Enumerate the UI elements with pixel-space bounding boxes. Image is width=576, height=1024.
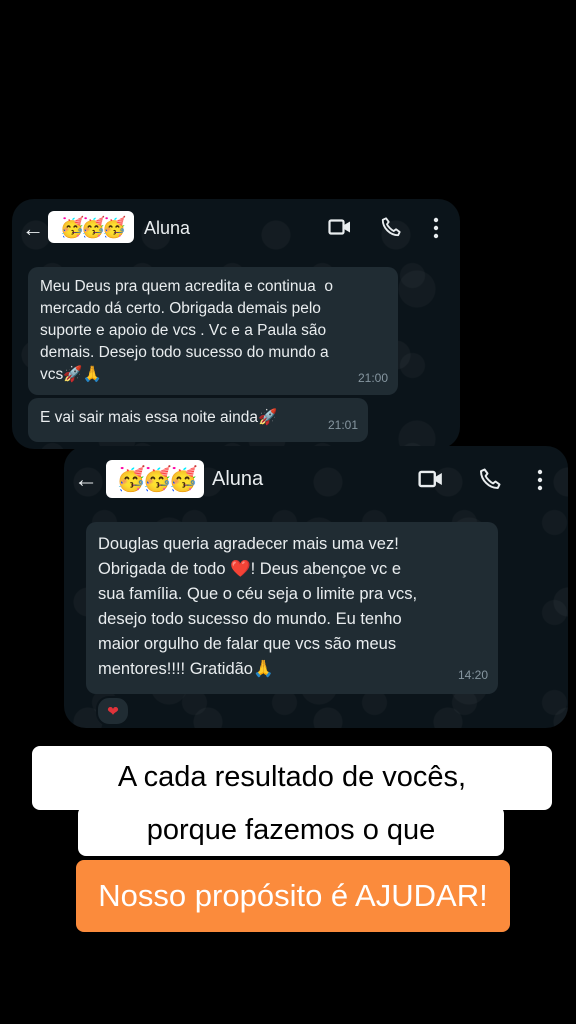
message-time: 21:00 — [357, 371, 388, 385]
message-bubble[interactable]: Douglas queria agradecer mais uma vez! O… — [86, 522, 498, 694]
message-text: Douglas queria agradecer mais uma vez! O… — [98, 535, 418, 678]
more-options-icon[interactable] — [432, 217, 440, 244]
message-text: E vai sair mais essa noite ainda🚀 — [40, 409, 278, 426]
contact-name[interactable]: Aluna — [212, 468, 263, 491]
phone-icon[interactable] — [478, 467, 502, 496]
phone-icon[interactable] — [380, 216, 402, 243]
video-call-icon[interactable] — [328, 217, 352, 242]
caption-line-1: A cada resultado de vocês, lembramos — [32, 746, 552, 855]
more-options-icon[interactable] — [536, 468, 544, 497]
contact-name[interactable]: Aluna — [144, 218, 190, 239]
purpose-banner: Nosso propósito é AJUDAR! — [76, 860, 510, 932]
message-time: 21:01 — [327, 418, 358, 432]
back-arrow-icon[interactable]: ← — [22, 216, 44, 242]
chat-header: ← 🥳🥳🥳 Aluna — [64, 446, 568, 512]
message-bubble[interactable]: Meu Deus pra quem acredita e continua o … — [28, 267, 398, 395]
caption-line-2: porque fazemos o que fazemos! — [78, 806, 504, 894]
chat-screenshot-1: ← 🥳🥳🥳 Aluna Meu Deus pra quem acredita e… — [12, 199, 460, 449]
heart-reaction-icon[interactable]: ❤ — [96, 696, 130, 726]
chat-screenshot-2: ← 🥳🥳🥳 Aluna Douglas queria agradecer mai… — [64, 446, 568, 728]
message-time: 14:20 — [457, 668, 488, 682]
back-arrow-icon[interactable]: ← — [74, 466, 98, 494]
avatar[interactable]: 🥳🥳🥳 — [48, 211, 134, 243]
message-bubble[interactable]: E vai sair mais essa noite ainda🚀 21:01 — [28, 398, 368, 442]
video-call-icon[interactable] — [418, 468, 444, 495]
message-text: Meu Deus pra quem acredita e continua o … — [40, 278, 333, 383]
avatar[interactable]: 🥳🥳🥳 — [106, 460, 204, 498]
chat-header: ← 🥳🥳🥳 Aluna — [12, 199, 460, 257]
